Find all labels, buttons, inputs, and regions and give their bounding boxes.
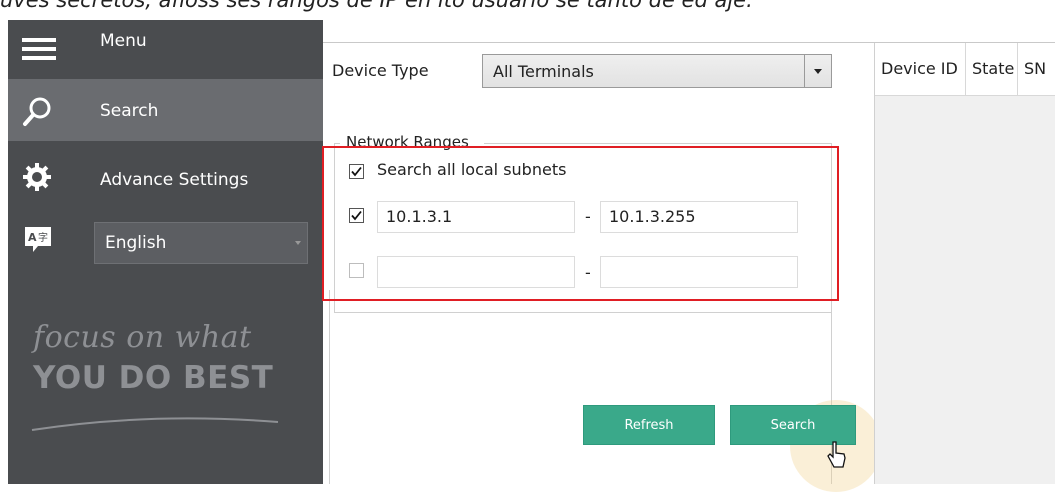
- chevron-down-icon: [295, 241, 301, 245]
- results-table: Device ID State SN: [874, 43, 1055, 484]
- tagline-line1: focus on what: [33, 320, 252, 355]
- refresh-button[interactable]: Refresh: [583, 405, 715, 445]
- sidebar-item-advance-settings[interactable]: Advance Settings: [8, 148, 323, 208]
- sidebar: Menu Search Advance Settings A字 English …: [8, 20, 323, 484]
- svg-text:字: 字: [38, 231, 48, 244]
- device-type-select[interactable]: All Terminals: [482, 54, 832, 88]
- top-caption: uves secretos, afloss ses rangos de IP e…: [0, 0, 753, 12]
- mouse-cursor-icon: [827, 441, 846, 468]
- hamburger-icon: [22, 34, 56, 66]
- language-select[interactable]: English: [94, 222, 308, 264]
- panel-border-left: [329, 290, 330, 484]
- results-table-header: Device ID State SN: [875, 43, 1055, 96]
- tagline-line2: YOU DO BEST: [33, 360, 274, 396]
- highlight-annotation: [322, 146, 839, 301]
- gear-icon: [22, 162, 54, 194]
- sidebar-item-label: Advance Settings: [100, 170, 249, 190]
- sidebar-item-label: Menu: [100, 31, 147, 51]
- device-type-value: All Terminals: [493, 62, 594, 81]
- sidebar-item-label: Search: [100, 101, 159, 121]
- chevron-down-icon[interactable]: [814, 69, 822, 74]
- column-header-state[interactable]: State: [966, 43, 1018, 95]
- device-type-label: Device Type: [332, 61, 429, 80]
- column-header-device-id[interactable]: Device ID: [875, 43, 966, 95]
- sidebar-item-search[interactable]: Search: [8, 79, 323, 141]
- sidebar-item-menu[interactable]: Menu: [8, 20, 323, 80]
- groupbox-border: [484, 143, 832, 144]
- translate-icon: A字: [24, 226, 56, 258]
- column-header-sn[interactable]: SN: [1018, 43, 1055, 95]
- search-button[interactable]: Search: [730, 405, 856, 445]
- svg-text:A: A: [28, 231, 37, 244]
- select-divider: [804, 55, 805, 87]
- tagline-swoosh: [31, 417, 279, 431]
- language-value: English: [105, 233, 167, 253]
- search-icon: [22, 95, 54, 127]
